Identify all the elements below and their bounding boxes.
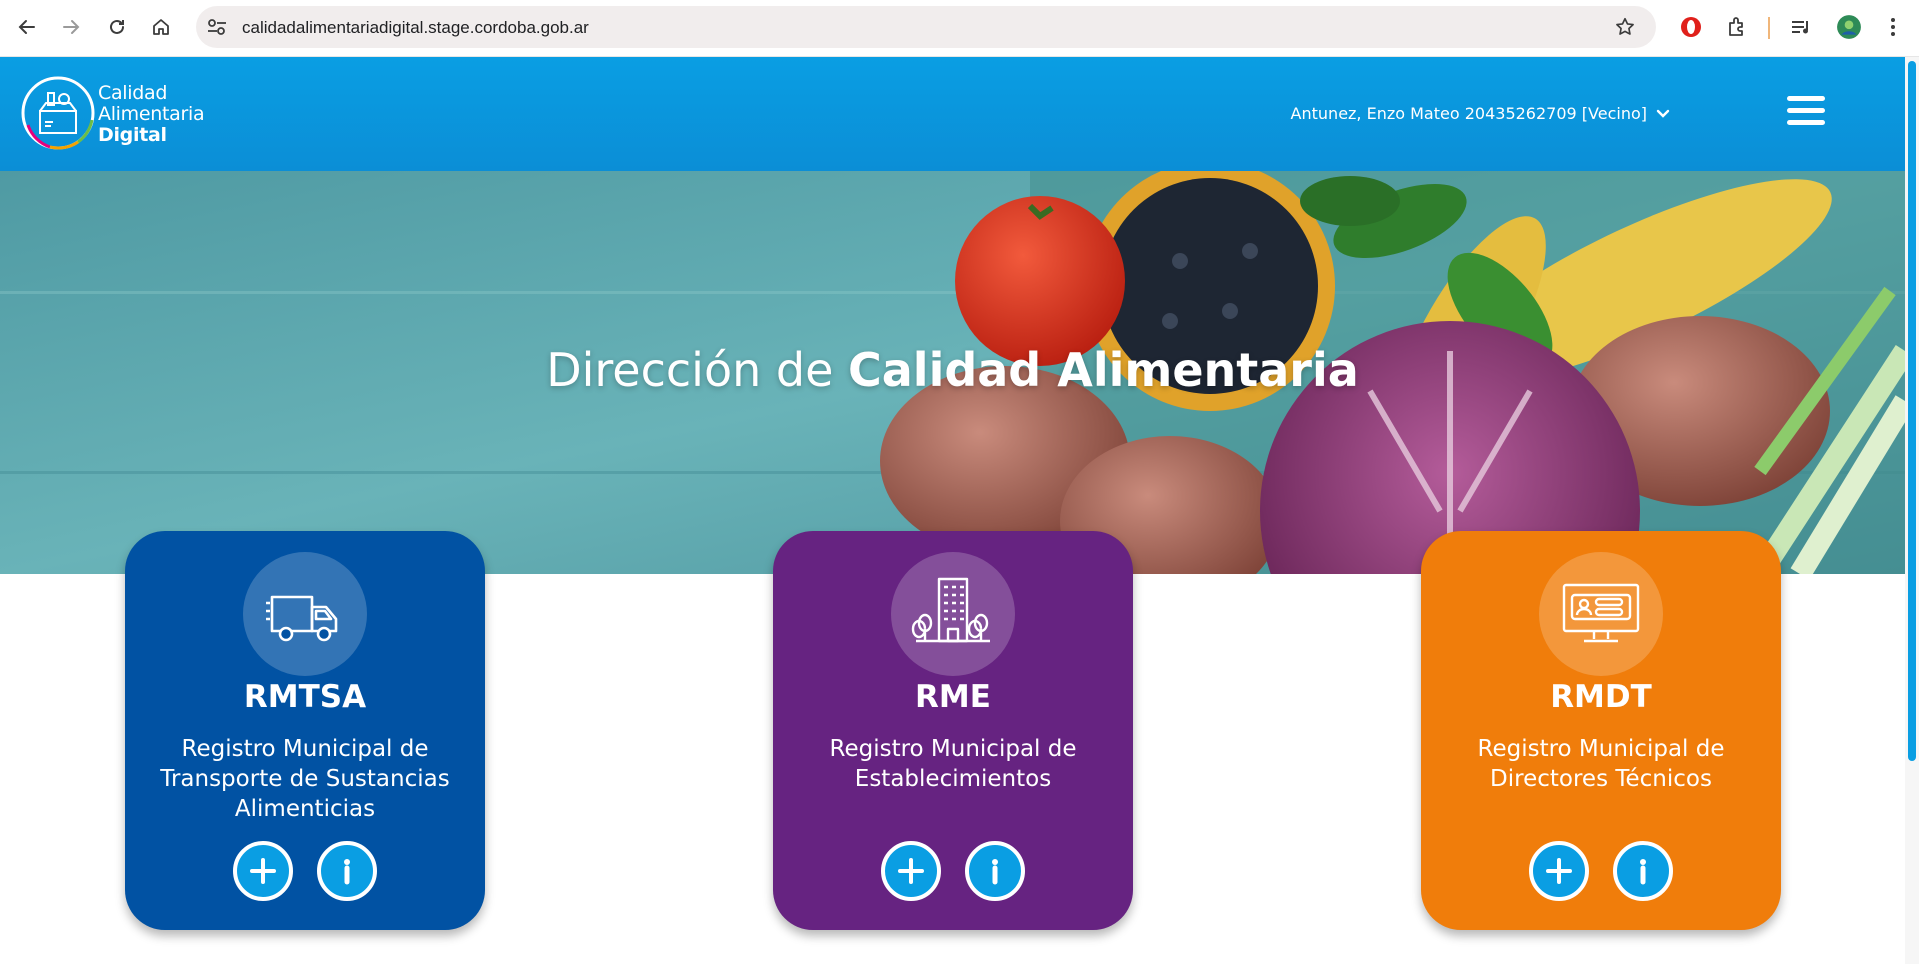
info-icon <box>344 859 350 885</box>
user-label: Antunez, Enzo Mateo 20435262709 [Vecino] <box>1290 104 1647 123</box>
hamburger-icon[interactable] <box>1787 96 1825 128</box>
hero-title-bold: Calidad Alimentaria <box>848 343 1359 397</box>
extensions-puzzle-icon[interactable] <box>1723 13 1751 41</box>
logo-line-2: Alimentaria <box>98 103 205 125</box>
card-actions <box>773 841 1133 901</box>
card-description: Registro Municipal de Establecimientos <box>829 736 1077 792</box>
browser-toolbar: calidadalimentariadigital.stage.cordoba.… <box>0 0 1919 57</box>
card-rmtsa: RMTSA Registro Municipal de Transporte d… <box>125 531 485 930</box>
address-bar[interactable]: calidadalimentariadigital.stage.cordoba.… <box>196 6 1656 48</box>
forward-arrow-icon[interactable] <box>56 12 86 42</box>
card-code: RMDT <box>1550 679 1652 715</box>
hero-title-prefix: Dirección de <box>546 343 848 397</box>
media-controls-icon[interactable] <box>1787 13 1815 41</box>
plus-icon <box>1546 858 1572 884</box>
bookmark-star-icon[interactable] <box>1614 16 1636 38</box>
reload-icon[interactable] <box>102 12 132 42</box>
opera-extension-icon[interactable] <box>1677 13 1705 41</box>
hero-banner: Dirección de Calidad Alimentaria <box>0 171 1905 574</box>
monitor-id-card-icon <box>1539 552 1663 676</box>
page-scrollbar[interactable] <box>1905 57 1919 964</box>
truck-icon <box>243 552 367 676</box>
site-settings-icon[interactable] <box>206 17 228 37</box>
card-rmdt: RMDT Registro Municipal de Directores Té… <box>1421 531 1781 930</box>
home-icon[interactable] <box>146 12 176 42</box>
card-actions <box>125 841 485 901</box>
info-rmtsa-button[interactable] <box>317 841 377 901</box>
logo-text[interactable]: Calidad Alimentaria Digital <box>98 82 205 146</box>
more-menu-icon[interactable] <box>1879 13 1907 41</box>
logo-icon[interactable] <box>20 75 96 151</box>
info-rme-button[interactable] <box>965 841 1025 901</box>
card-code: RMTSA <box>243 679 367 715</box>
logo-line-1: Calidad <box>98 82 168 104</box>
card-code: RME <box>915 679 991 715</box>
card-description: Registro Municipal de Directores Técnico… <box>1477 736 1725 792</box>
hero-title: Dirección de Calidad Alimentaria <box>0 343 1905 397</box>
profile-avatar-icon[interactable] <box>1835 13 1863 41</box>
card-description: Registro Municipal de Transporte de Sust… <box>160 736 450 822</box>
plus-icon <box>250 858 276 884</box>
site-header: Calidad Alimentaria Digital Antunez, Enz… <box>0 57 1919 171</box>
plus-icon <box>898 858 924 884</box>
card-rme: RME Registro Municipal de Establecimient… <box>773 531 1133 930</box>
add-rmdt-button[interactable] <box>1529 841 1589 901</box>
info-icon <box>1640 859 1646 885</box>
logo-line-3: Digital <box>98 124 167 146</box>
card-actions <box>1421 841 1781 901</box>
building-icon <box>891 552 1015 676</box>
user-menu[interactable]: Antunez, Enzo Mateo 20435262709 [Vecino] <box>1291 104 1671 123</box>
scrollbar-thumb[interactable] <box>1908 61 1916 761</box>
chevron-down-icon <box>1656 109 1670 118</box>
add-rmtsa-button[interactable] <box>233 841 293 901</box>
back-arrow-icon[interactable] <box>12 12 42 42</box>
add-rme-button[interactable] <box>881 841 941 901</box>
info-icon <box>992 859 998 885</box>
url-text[interactable]: calidadalimentariadigital.stage.cordoba.… <box>242 18 589 38</box>
toolbar-divider <box>1768 17 1770 39</box>
info-rmdt-button[interactable] <box>1613 841 1673 901</box>
